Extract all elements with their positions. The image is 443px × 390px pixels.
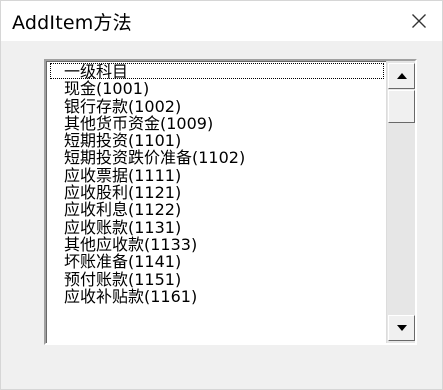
list-item[interactable]: 应收账款(1131) <box>46 218 388 236</box>
scroll-up-arrow-icon <box>396 73 407 79</box>
subject-listbox[interactable]: 一级科目 现金(1001) 银行存款(1002) 其他货币资金(1009) 短期… <box>44 59 417 345</box>
scroll-down-arrow-icon <box>396 325 407 331</box>
scroll-down-button[interactable] <box>388 315 415 341</box>
list-item[interactable]: 其他货币资金(1009) <box>46 115 388 133</box>
list-item[interactable]: 银行存款(1002) <box>46 97 388 115</box>
scroll-track[interactable] <box>388 123 415 313</box>
close-button[interactable] <box>396 1 442 41</box>
dialog-client-area: 一级科目 现金(1001) 银行存款(1002) 其他货币资金(1009) 短期… <box>1 41 442 389</box>
list-item[interactable]: 一级科目 <box>46 63 388 80</box>
scroll-up-button[interactable] <box>388 63 415 89</box>
list-item[interactable]: 应收补贴款(1161) <box>46 288 388 306</box>
window-title: AddItem方法 <box>12 12 132 34</box>
dialog-window: AddItem方法 一级科目 现金(1001) 银行存款(1002) 其他货币资… <box>0 0 443 390</box>
vertical-scrollbar[interactable] <box>386 61 415 343</box>
list-item[interactable]: 坏账准备(1141) <box>46 253 388 271</box>
list-item[interactable]: 应收票据(1111) <box>46 166 388 184</box>
list-item[interactable]: 预付账款(1151) <box>46 270 388 288</box>
close-icon <box>412 14 426 28</box>
list-item[interactable]: 应收股利(1121) <box>46 184 388 202</box>
list-item[interactable]: 短期投资(1101) <box>46 132 388 150</box>
list-item[interactable]: 其他应收款(1133) <box>46 236 388 254</box>
list-item[interactable]: 应收利息(1122) <box>46 201 388 219</box>
list-item[interactable]: 短期投资跌价准备(1102) <box>46 149 388 167</box>
scroll-thumb[interactable] <box>388 90 415 123</box>
title-bar: AddItem方法 <box>1 1 442 41</box>
list-item[interactable]: 现金(1001) <box>46 80 388 98</box>
listbox-items: 一级科目 现金(1001) 银行存款(1002) 其他货币资金(1009) 短期… <box>46 61 388 343</box>
